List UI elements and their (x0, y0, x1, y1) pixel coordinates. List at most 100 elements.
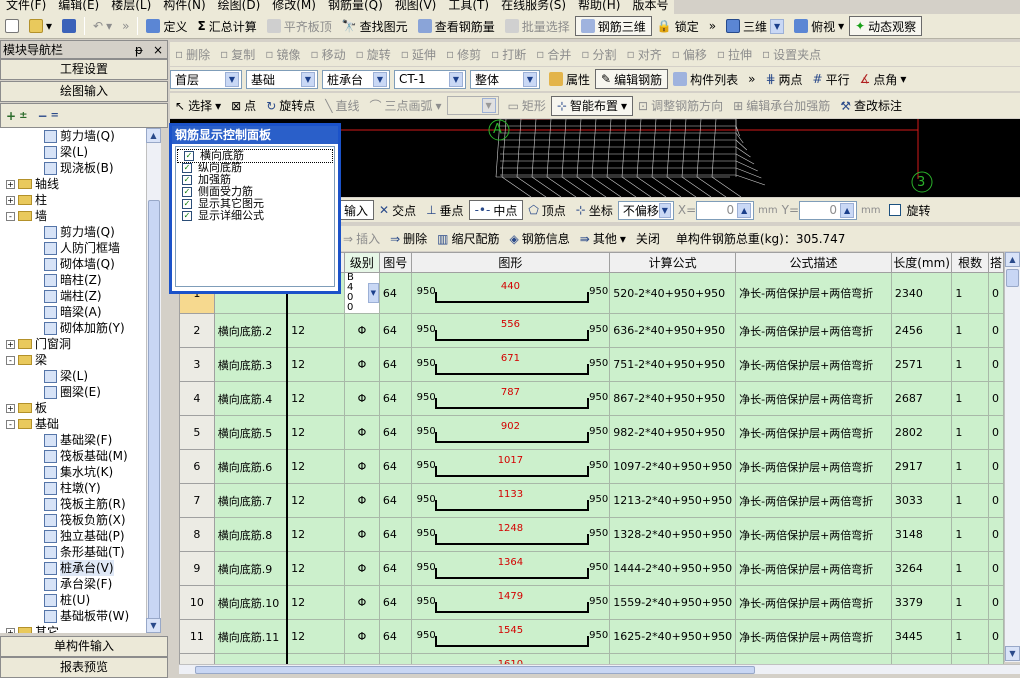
table-row[interactable]: 5 横向底筋.5 12 Φ 64 950 902 950 982-2*40+950+950 净长-… (179, 415, 1004, 450)
row-number-cell[interactable]: 12 (179, 653, 215, 664)
menu-item[interactable]: 视图(V) (389, 0, 443, 11)
checkbox[interactable]: ✓ (184, 151, 194, 161)
properties-button[interactable]: 属性 (544, 69, 595, 89)
figure-no-cell[interactable]: 64 (378, 483, 412, 518)
column-header[interactable]: 根数 (951, 252, 989, 273)
edit-tool-button[interactable]: ▫ 合并 (531, 44, 576, 64)
rotate-point-tool[interactable]: ↻ 旋转点 (261, 96, 320, 116)
grade-cell[interactable]: Φ (344, 653, 380, 664)
column-header[interactable]: 长度(mm) (890, 252, 953, 273)
formula-cell[interactable]: 1444-2*40+950+950 (609, 551, 737, 586)
length-cell[interactable]: 3510 (890, 653, 953, 664)
tree-item[interactable]: 暗柱(Z) (0, 272, 146, 288)
rotate-checkbox[interactable] (888, 204, 901, 216)
formula-cell[interactable]: 1328-2*40+950+950 (609, 517, 737, 552)
lap-cell[interactable]: 0 (987, 449, 1004, 484)
figure-no-cell[interactable]: 64 (378, 381, 412, 416)
edit-tool-button[interactable]: ▫ 偏移 (667, 44, 712, 64)
name-cell[interactable]: 横向底筋.5 (213, 415, 288, 450)
shape-cell[interactable]: 950 1133 950 (410, 483, 611, 518)
grade-cell[interactable]: Φ (344, 381, 380, 416)
name-cell[interactable]: 横向底筋.6 (213, 449, 288, 484)
tree-scrollbar[interactable]: ▲ ▼ (146, 128, 161, 633)
shape-cell[interactable]: 950 1017 950 (410, 449, 611, 484)
formula-cell[interactable]: 636-2*40+950+950 (609, 313, 737, 348)
menu-item[interactable]: 编辑(E) (52, 0, 105, 11)
row-number-cell[interactable]: 5 (179, 415, 215, 450)
floor-select[interactable]: 首层 ▼ (170, 69, 242, 89)
count-cell[interactable]: 1 (951, 653, 989, 664)
select-tool[interactable]: ↖ 选择 ▾ (170, 96, 226, 116)
length-cell[interactable]: 2802 (890, 415, 953, 450)
checkbox[interactable]: ✓ (182, 175, 192, 185)
define-button[interactable]: 定义 (141, 16, 192, 36)
coord-snap[interactable]: ⊹ 坐标 (571, 200, 618, 220)
lap-cell[interactable]: 0 (987, 585, 1004, 620)
row-number-cell[interactable]: 10 (179, 585, 215, 620)
edit-tool-button[interactable]: ▫ 移动 (305, 44, 350, 64)
figure-no-cell[interactable]: 64 (378, 551, 412, 586)
type-select[interactable]: 桩承台 ▼ (322, 69, 390, 89)
table-row[interactable]: 11 横向底筋.11 12 Φ 64 950 1545 950 1625-2*40+950+95… (179, 619, 1004, 654)
grade-cell[interactable]: Φ (344, 313, 380, 348)
length-cell[interactable]: 2340 (890, 272, 953, 314)
row-number-cell[interactable]: 11 (179, 619, 215, 654)
tree-item[interactable]: + 柱 (0, 192, 146, 208)
toolbar-overflow[interactable]: » (704, 16, 721, 36)
batch-select-button[interactable]: 批量选择 (500, 16, 575, 36)
expand-toggle-icon[interactable]: + (6, 339, 15, 349)
row-number-cell[interactable]: 3 (179, 347, 215, 382)
offset-select[interactable]: 不偏移 ▼ (617, 200, 674, 220)
tree-item[interactable]: 暗梁(A) (0, 304, 146, 320)
expand-toggle-icon[interactable]: + (6, 627, 15, 633)
tree-item[interactable]: 筏板主筋(R) (0, 496, 146, 512)
length-cell[interactable]: 2687 (890, 381, 953, 416)
table-row[interactable]: 4 横向底筋.4 12 Φ 64 950 787 950 867-2*40+950+950 净长-… (179, 381, 1004, 416)
grade-cell[interactable]: Φ (344, 449, 380, 484)
other-dropdown[interactable]: ⇛ 其他 ▾ (575, 229, 631, 249)
point-tool[interactable]: ⊠ 点 (226, 96, 261, 116)
length-cell[interactable]: 2456 (890, 313, 953, 348)
scroll-down-button[interactable]: ▼ (146, 618, 161, 633)
rebar-info-button[interactable]: ◈ 钢筋信息 (505, 229, 575, 249)
name-cell[interactable]: 横向底筋.11 (213, 619, 288, 654)
shape-cell[interactable]: 950 1479 950 (410, 585, 611, 620)
perp-snap[interactable]: ⊥ 垂点 (421, 200, 468, 220)
collapse-all-button[interactable]: − = (32, 106, 63, 126)
formula-cell[interactable]: 1690-2*40+950+950 (609, 653, 737, 664)
point-angle-button[interactable]: ∡ 点角 ▾ (855, 69, 912, 89)
table-scroll-thumb[interactable] (1006, 269, 1019, 287)
lap-cell[interactable]: 0 (987, 517, 1004, 552)
grade-cell[interactable]: Φ (344, 517, 380, 552)
table-row[interactable]: 6 横向底筋.6 12 Φ 64 950 1017 950 1097-2*40+950+950 净… (179, 449, 1004, 484)
formula-cell[interactable]: 982-2*40+950+950 (609, 415, 737, 450)
lock-button[interactable]: 🔒 锁定 (652, 16, 704, 36)
shape-cell[interactable]: 9501610950 (410, 653, 611, 664)
grade-select[interactable]: B400 ▼ (345, 274, 379, 313)
table-row[interactable]: 10 横向底筋.10 12 Φ 64 950 1479 950 1559-2*40+950+95… (179, 585, 1004, 620)
column-header[interactable]: 级别 (344, 252, 380, 273)
two-points-button[interactable]: ⋕ 两点 (760, 69, 807, 89)
y-input[interactable]: 0 ▲ (799, 200, 858, 220)
description-cell[interactable]: 净长-两倍保护层+两倍弯折 (735, 449, 892, 484)
figure-no-cell[interactable]: 64 (378, 449, 412, 484)
scale-rebar-button[interactable]: ▥ 缩尺配筋 (432, 229, 504, 249)
tree-item[interactable]: 基础板带(W) (0, 608, 146, 624)
checkbox[interactable]: ✓ (182, 187, 192, 197)
close-grid-button[interactable]: 关闭 (631, 229, 665, 249)
diameter-cell[interactable]: 12 (286, 483, 346, 518)
expand-toggle-icon[interactable]: + (6, 195, 15, 205)
description-cell[interactable]: 净长-两倍保护层+两倍弯折 (735, 551, 892, 586)
expand-toggle-icon[interactable]: - (6, 419, 15, 429)
row-number-cell[interactable]: 8 (179, 517, 215, 552)
table-row[interactable]: 12横向底筋.1212Φ6495016109501690-2*40+950+95… (179, 653, 1004, 664)
name-cell[interactable]: 横向底筋.9 (213, 551, 288, 586)
menu-item[interactable]: 构件(N) (157, 0, 211, 11)
length-cell[interactable]: 3033 (890, 483, 953, 518)
edit-tool-button[interactable]: ▫ 分割 (576, 44, 621, 64)
menu-item[interactable]: 版本号 (626, 0, 674, 11)
name-cell[interactable]: 横向底筋.7 (213, 483, 288, 518)
shape-cell[interactable]: 950 902 950 (410, 415, 611, 450)
diameter-cell[interactable]: 12 (286, 585, 346, 620)
table-row[interactable]: 9 横向底筋.9 12 Φ 64 950 1364 950 1444-2*40+950+950 净… (179, 551, 1004, 586)
